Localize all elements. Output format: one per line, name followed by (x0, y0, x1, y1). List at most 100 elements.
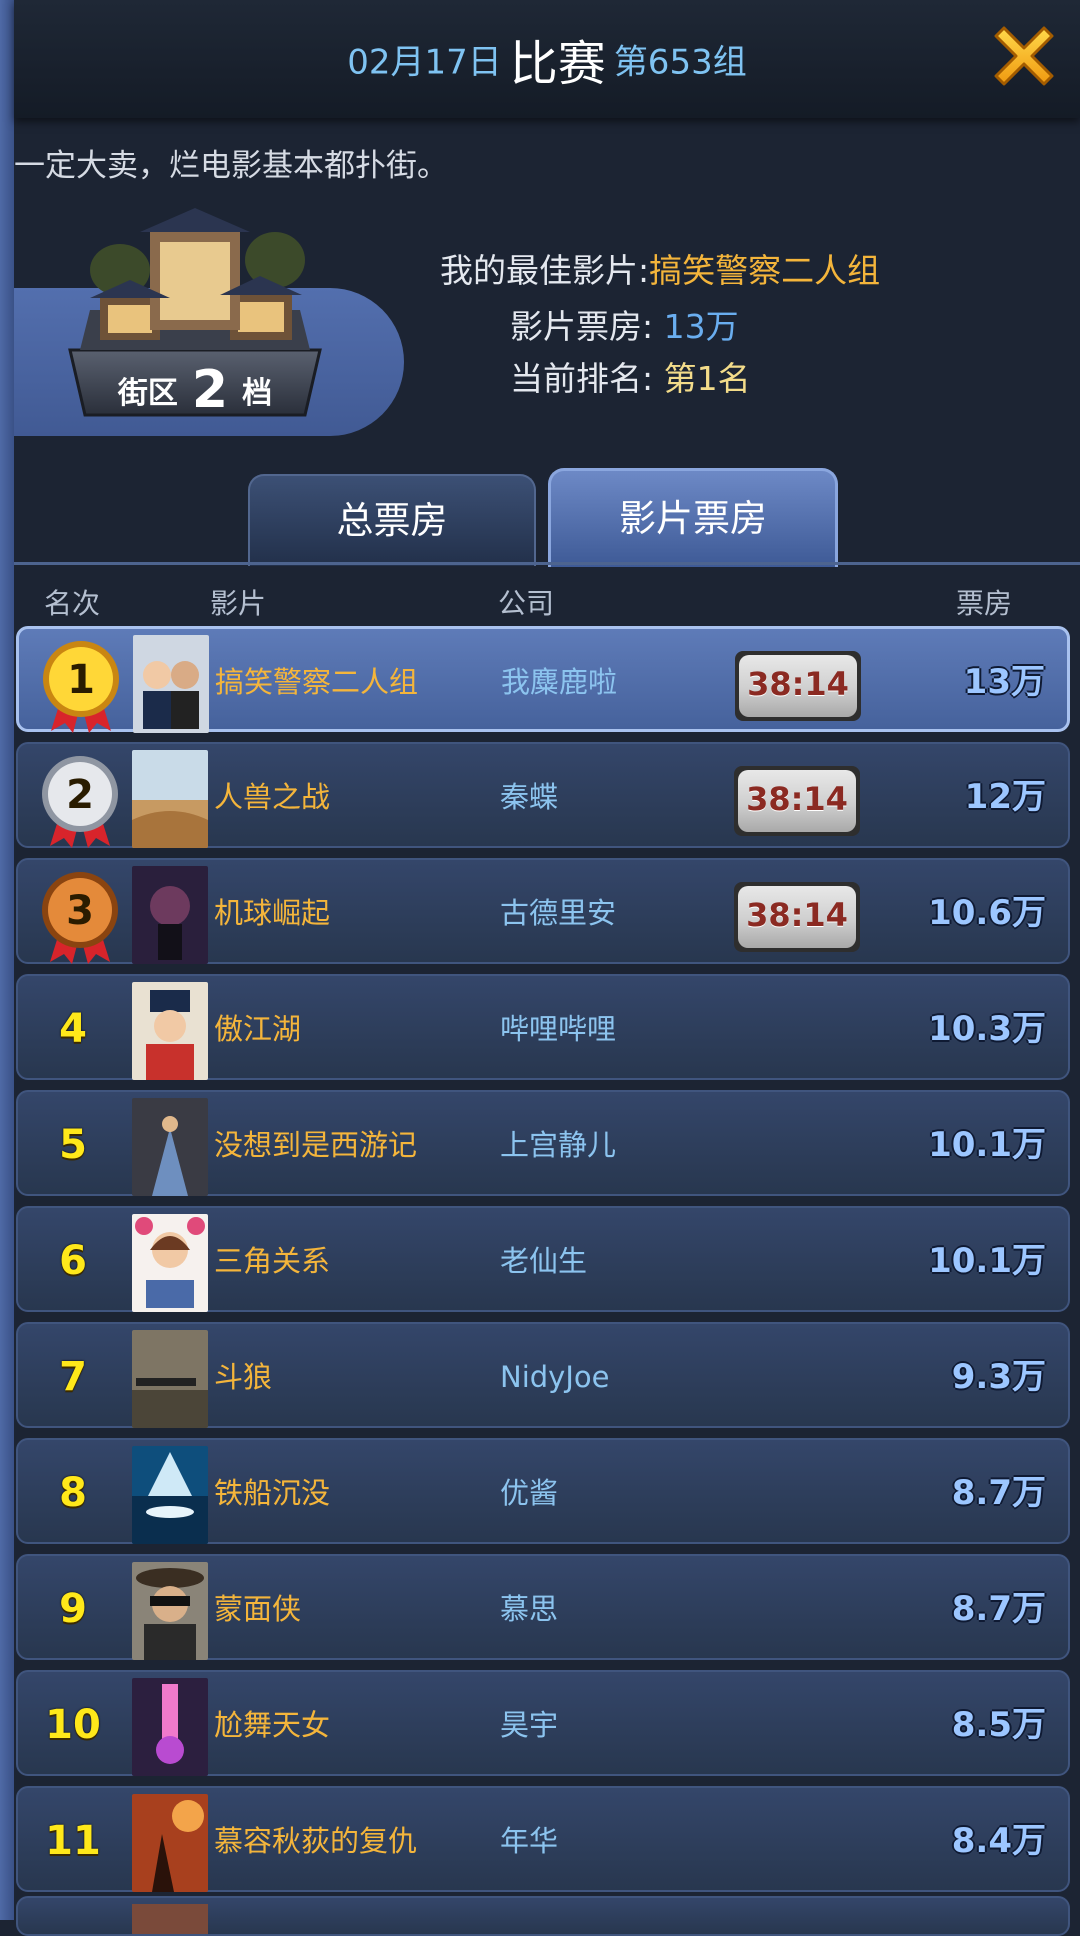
row-rank: 7 (59, 1354, 87, 1400)
row-film: 机球崛起 (214, 896, 331, 930)
film-poster-thumbnail (133, 635, 209, 733)
film-boxoffice-value: 13万 (663, 307, 739, 346)
film-poster-thumbnail (132, 1098, 208, 1196)
row-company: 年华 (500, 1824, 559, 1858)
close-button[interactable] (982, 14, 1066, 98)
header-bar: 02月17日 比赛 第653组 (14, 0, 1080, 118)
film-poster-thumbnail (132, 866, 208, 964)
district-level: 2 (191, 360, 229, 420)
row-film: 搞笑警察二人组 (215, 665, 419, 699)
row-boxoffice: 10.1万 (928, 1241, 1046, 1281)
table-row[interactable]: 10 尬舞天女 昊宇 8.5万 (16, 1670, 1070, 1776)
film-poster-thumbnail (132, 982, 208, 1080)
row-rank: 2 (66, 772, 94, 818)
row-rank: 9 (59, 1586, 87, 1632)
table-row[interactable]: 2 人兽之战 秦蝶 38:14 12万 (16, 742, 1070, 848)
tab-film-boxoffice[interactable]: 影片票房 (548, 468, 838, 567)
row-rank: 4 (59, 1006, 87, 1052)
row-company: 慕思 (500, 1592, 559, 1626)
row-boxoffice: 10.6万 (928, 893, 1046, 933)
table-row[interactable]: 6 三角关系 老仙生 10.1万 (16, 1206, 1070, 1312)
current-rank-value: 第1名 (663, 359, 751, 398)
film-poster-thumbnail (132, 1678, 208, 1776)
row-timer: 38:14 (735, 651, 861, 721)
row-film: 慕容秋荻的复仇 (214, 1824, 418, 1858)
best-film-value: 搞笑警察二人组 (649, 251, 881, 290)
row-rank: 1 (67, 657, 95, 703)
table-row[interactable]: 1 搞笑警察二人组 我麋鹿啦 38:14 13万 (16, 626, 1070, 733)
best-film-label: 我的最佳影片: (440, 251, 650, 290)
row-film: 尬舞天女 (214, 1708, 331, 1742)
table-row[interactable]: 5 没想到是西游记 上宫静儿 10.1万 (16, 1090, 1070, 1196)
row-company: 哔哩哔哩 (500, 1012, 617, 1046)
row-boxoffice: 8.7万 (951, 1589, 1046, 1629)
gold-medal-icon: 1 (43, 641, 119, 733)
row-film: 人兽之战 (214, 780, 331, 814)
row-company: 优酱 (500, 1476, 559, 1510)
film-poster-thumbnail (132, 1446, 208, 1544)
column-header-boxoffice: 票房 (956, 587, 1013, 620)
film-poster-thumbnail (132, 1904, 208, 1934)
row-timer-text: 38:14 (738, 886, 856, 948)
row-rank: 5 (59, 1122, 87, 1168)
table-row[interactable]: 9 蒙面侠 慕思 8.7万 (16, 1554, 1070, 1660)
row-boxoffice: 8.5万 (951, 1705, 1046, 1745)
row-rank: 10 (45, 1702, 101, 1748)
row-rank: 3 (66, 888, 94, 934)
column-header-rank: 名次 (44, 587, 101, 620)
table-row[interactable]: 11 慕容秋荻的复仇 年华 8.4万 (16, 1786, 1070, 1892)
row-rank: 8 (59, 1470, 87, 1516)
row-company: 昊宇 (500, 1708, 559, 1742)
row-boxoffice: 9.3万 (951, 1357, 1046, 1397)
description-text: 一定大卖，烂电影基本都扑街。 (14, 148, 448, 184)
film-poster-thumbnail (132, 1214, 208, 1312)
table-row[interactable]: 7 斗狼 NidyJoe 9.3万 (16, 1322, 1070, 1428)
district-level-label: 街区 2 档 (70, 360, 320, 422)
row-rank: 11 (45, 1818, 101, 1864)
table-row[interactable]: 3 机球崛起 古德里安 38:14 10.6万 (16, 858, 1070, 964)
tab-divider (14, 562, 1080, 565)
row-boxoffice: 8.7万 (951, 1473, 1046, 1513)
header-title: 比赛 (509, 36, 606, 92)
row-boxoffice: 10.1万 (928, 1125, 1046, 1165)
row-timer-text: 38:14 (738, 770, 856, 832)
row-company: 古德里安 (500, 896, 617, 930)
header-date: 02月17日 (347, 42, 502, 83)
close-x-icon (994, 26, 1054, 86)
row-rank: 6 (59, 1238, 87, 1284)
film-boxoffice-label: 影片票房: (510, 307, 654, 346)
row-film: 铁船沉没 (214, 1476, 331, 1510)
column-header-company: 公司 (498, 587, 555, 620)
table-row-partial[interactable] (16, 1896, 1070, 1936)
film-poster-thumbnail (132, 1330, 208, 1428)
row-film: 傲江湖 (214, 1012, 302, 1046)
district-suffix: 档 (242, 376, 273, 411)
tab-total-boxoffice[interactable]: 总票房 (248, 474, 536, 566)
row-company: 我麋鹿啦 (501, 665, 618, 699)
header-group: 第653组 (613, 42, 747, 83)
row-film: 斗狼 (214, 1360, 273, 1394)
current-rank-label: 当前排名: (510, 359, 654, 398)
row-timer-text: 38:14 (739, 655, 857, 717)
film-poster-thumbnail (132, 1562, 208, 1660)
table-row[interactable]: 8 铁船沉没 优酱 8.7万 (16, 1438, 1070, 1544)
row-company: NidyJoe (500, 1360, 610, 1394)
row-company: 秦蝶 (500, 780, 559, 814)
row-boxoffice: 12万 (964, 777, 1046, 817)
film-boxoffice-line: 影片票房: 13万 (510, 300, 739, 348)
row-timer: 38:14 (734, 766, 860, 836)
left-rail (0, 0, 14, 1920)
row-film: 没想到是西游记 (214, 1128, 418, 1162)
row-film: 蒙面侠 (214, 1592, 302, 1626)
silver-medal-icon: 2 (42, 756, 118, 848)
film-poster-thumbnail (132, 750, 208, 848)
row-boxoffice: 10.3万 (928, 1009, 1046, 1049)
column-header-film: 影片 (210, 587, 267, 620)
film-poster-thumbnail (132, 1794, 208, 1892)
best-film-line: 我的最佳影片:搞笑警察二人组 (440, 244, 880, 292)
row-company: 老仙生 (500, 1244, 588, 1278)
row-boxoffice: 13万 (963, 662, 1045, 702)
table-row[interactable]: 4 傲江湖 哔哩哔哩 10.3万 (16, 974, 1070, 1080)
current-rank-line: 当前排名: 第1名 (510, 352, 751, 400)
bronze-medal-icon: 3 (42, 872, 118, 964)
